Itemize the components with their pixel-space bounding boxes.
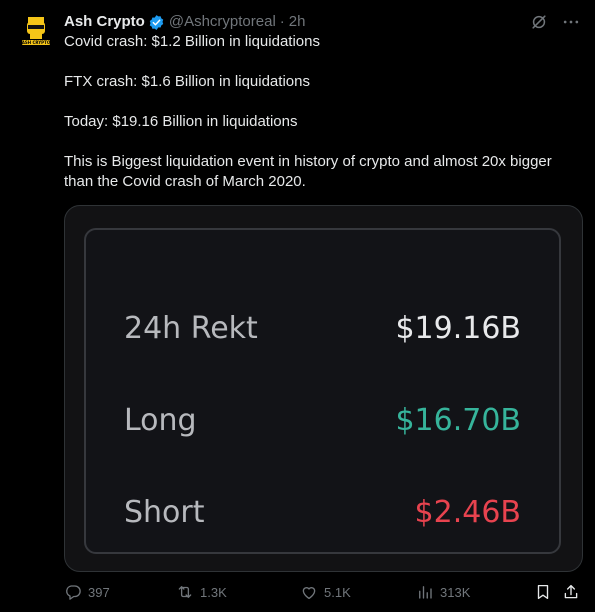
views-count: 313K: [440, 584, 471, 600]
avatar[interactable]: ASH CRYPTO: [16, 12, 56, 52]
tweet-line: Covid crash: $1.2 Billion in liquidation…: [64, 33, 320, 50]
separator-dot: ·: [279, 13, 285, 30]
views-icon: [416, 583, 434, 601]
short-label: Short: [124, 494, 205, 530]
tweet-text: Covid crash: $1.2 Billion in liquidation…: [64, 32, 574, 212]
bookmark-button[interactable]: [534, 583, 552, 601]
grok-icon[interactable]: [529, 12, 549, 32]
retweet-count: 1.3K: [200, 584, 227, 600]
retweet-button[interactable]: 1.3K: [176, 583, 227, 601]
verified-badge-icon: [148, 14, 165, 31]
tweet-line: This is Biggest liquidation event in his…: [64, 153, 552, 190]
tweet-actions: 397 1.3K 5.1K 313K: [64, 582, 581, 602]
rekt-value: $19.16B: [395, 310, 521, 346]
like-button[interactable]: 5.1K: [300, 583, 351, 601]
author-handle[interactable]: @Ashcryptoreal: [169, 12, 276, 32]
tweet-line: FTX crash: $1.6 Billion in liquidations: [64, 73, 310, 90]
retweet-icon: [176, 583, 194, 601]
more-icon[interactable]: [561, 12, 581, 32]
like-count: 5.1K: [324, 584, 351, 600]
liquidation-card: 24h Rekt $19.16B Long $16.70B Short $2.4…: [84, 228, 561, 554]
long-row: Long $16.70B: [124, 398, 521, 442]
tweet-header: Ash Crypto @Ashcryptoreal · 2h: [64, 12, 579, 32]
author-name[interactable]: Ash Crypto: [64, 12, 145, 32]
reply-icon: [64, 583, 82, 601]
header-actions: [529, 12, 581, 32]
reply-count: 397: [88, 584, 110, 600]
short-value: $2.46B: [414, 494, 521, 530]
long-value: $16.70B: [395, 402, 521, 438]
tweet-media[interactable]: 24h Rekt $19.16B Long $16.70B Short $2.4…: [64, 205, 583, 572]
share-button[interactable]: [562, 583, 580, 601]
svg-text:ASH CRYPTO: ASH CRYPTO: [22, 40, 51, 45]
rekt-row: 24h Rekt $19.16B: [124, 306, 521, 350]
avatar-image: ASH CRYPTO: [16, 12, 56, 52]
long-label: Long: [124, 402, 197, 438]
tweet-line: Today: $19.16 Billion in liquidations: [64, 113, 298, 130]
rekt-label: 24h Rekt: [124, 310, 258, 346]
views-button[interactable]: 313K: [416, 583, 470, 601]
timestamp[interactable]: 2h: [289, 12, 306, 32]
share-icon: [562, 583, 580, 601]
reply-button[interactable]: 397: [64, 583, 110, 601]
bookmark-icon: [534, 583, 552, 601]
like-icon: [300, 583, 318, 601]
short-row: Short $2.46B: [124, 490, 521, 534]
